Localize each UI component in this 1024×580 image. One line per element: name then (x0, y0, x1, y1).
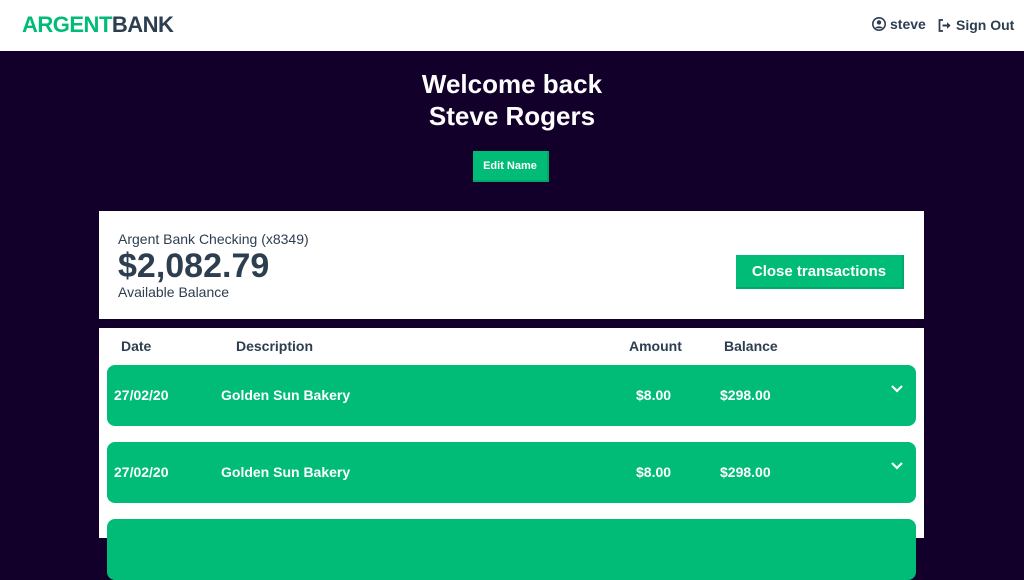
transaction-row[interactable] (107, 519, 916, 580)
logo-part-argent: ARGENT (22, 12, 112, 37)
transaction-date: 27/02/20 (114, 464, 169, 480)
transaction-description: Golden Sun Bakery (221, 464, 351, 480)
transaction-row[interactable]: 27/02/20 Golden Sun Bakery $8.00 $298.00 (107, 442, 916, 503)
welcome-line: Welcome back (421, 69, 603, 99)
sign-out-label: Sign Out (956, 17, 1015, 33)
edit-name-button[interactable]: Edit Name (473, 151, 549, 182)
user-name-label: steve (890, 16, 926, 32)
transaction-description: Golden Sun Bakery (221, 387, 351, 403)
sign-out-icon (938, 18, 952, 32)
user-circle-icon (872, 17, 886, 31)
chevron-down-icon[interactable] (890, 381, 904, 399)
chevron-down-icon[interactable] (890, 458, 904, 476)
logo-part-bank: BANK (111, 12, 174, 37)
transaction-row[interactable]: 27/02/20 Golden Sun Bakery $8.00 $298.00 (107, 365, 916, 426)
transaction-date: 27/02/20 (114, 387, 169, 403)
user-profile-link[interactable]: steve (872, 15, 926, 33)
main-nav: ARGENTBANK steve Sign Out (0, 0, 1024, 51)
column-header-description: Description (236, 338, 314, 354)
welcome-heading: Welcome back Steve Rogers (0, 68, 1024, 132)
transaction-balance: $298.00 (720, 464, 771, 480)
transaction-amount: $8.00 (636, 464, 672, 480)
transaction-amount: $8.00 (636, 387, 672, 403)
transaction-balance: $298.00 (720, 387, 771, 403)
transactions-table: Date Description Amount Balance 27/02/20… (99, 328, 924, 580)
argent-bank-logo[interactable]: ARGENTBANK (22, 12, 174, 38)
account-balance-amount: $2,082.79 (118, 247, 270, 285)
column-header-date: Date (121, 338, 152, 354)
account-balance-description: Available Balance (118, 284, 230, 300)
close-transactions-button[interactable]: Close transactions (736, 255, 904, 289)
user-full-name: Steve Rogers (428, 101, 596, 131)
account-card: Argent Bank Checking (x8349) $2,082.79 A… (99, 211, 924, 319)
column-header-balance: Balance (724, 338, 778, 354)
column-header-amount: Amount (629, 338, 682, 354)
account-title: Argent Bank Checking (x8349) (118, 231, 309, 247)
sign-out-link[interactable]: Sign Out (938, 16, 1014, 34)
